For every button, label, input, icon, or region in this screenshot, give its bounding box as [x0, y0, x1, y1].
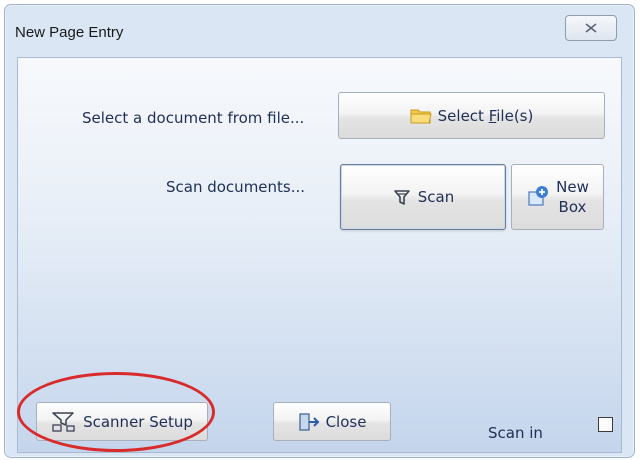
close-button[interactable]: Close: [273, 402, 391, 441]
exit-door-icon: [298, 412, 320, 432]
scanner-setup-icon: [51, 411, 77, 433]
scan-in-checkbox[interactable]: [598, 417, 613, 432]
scan-label: Scan: [417, 188, 455, 206]
select-file-label: Select a document from file...: [82, 109, 305, 127]
dialog-body: Select a document from file... Select Fi…: [17, 57, 622, 453]
scanner-setup-label: Scanner Setup: [83, 412, 193, 431]
scan-button[interactable]: Scan: [340, 164, 506, 230]
window-title: New Page Entry: [15, 24, 124, 41]
new-box-label: New Box: [556, 178, 589, 216]
new-box-button[interactable]: New Box: [511, 164, 604, 230]
folder-icon: [410, 107, 432, 124]
title-bar: New Page Entry: [5, 5, 634, 55]
close-label: Close: [325, 412, 367, 431]
select-files-button[interactable]: Select File(s): [338, 92, 605, 139]
new-box-icon: [526, 185, 550, 209]
scanner-setup-button[interactable]: Scanner Setup: [36, 402, 208, 441]
scanner-icon: [392, 187, 412, 207]
close-icon: [585, 23, 597, 33]
scan-in-label: Scan in: [488, 424, 543, 442]
window-close-button[interactable]: [565, 15, 617, 41]
scan-documents-label: Scan documents...: [166, 178, 306, 196]
new-page-entry-dialog: New Page Entry Select a document from fi…: [4, 4, 635, 458]
select-files-label: Select File(s): [437, 106, 534, 125]
